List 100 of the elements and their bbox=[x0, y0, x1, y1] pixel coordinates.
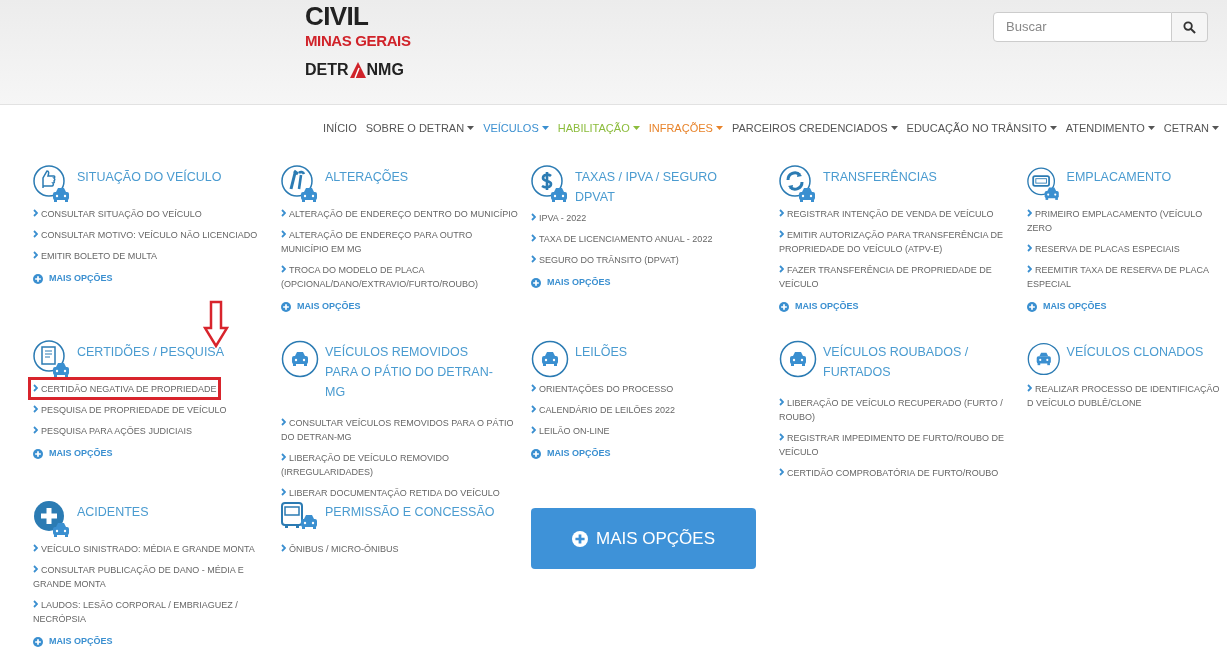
link[interactable]: ÔNIBUS / MICRO-ÔNIBUS bbox=[281, 542, 521, 556]
chevron-icon bbox=[281, 418, 286, 426]
link[interactable]: EMITIR BOLETO DE MULTA bbox=[33, 249, 271, 263]
chevron-icon bbox=[531, 405, 536, 413]
plus-circle-icon bbox=[531, 277, 541, 288]
chevron-icon bbox=[779, 398, 784, 406]
link[interactable]: LIBERAÇÃO DE VEÍCULO RECUPERADO (FURTO / ROUBO) bbox=[779, 396, 1017, 424]
car-icon bbox=[281, 340, 319, 378]
document-car-icon bbox=[33, 340, 71, 378]
link[interactable]: CALENDÁRIO DE LEILÕES 2022 bbox=[531, 403, 769, 417]
more-options-button[interactable]: MAIS OPÇÕES bbox=[531, 508, 756, 569]
chevron-icon bbox=[531, 213, 536, 221]
chevron-icon bbox=[531, 426, 536, 434]
link[interactable]: SEGURO DO TRÂNSITO (DPVAT) bbox=[531, 253, 769, 267]
chevron-icon bbox=[779, 230, 784, 238]
link[interactable]: LEILÃO ON-LINE bbox=[531, 424, 769, 438]
nav-link[interactable]: PARCEIROS CREDENCIADOS bbox=[731, 119, 898, 137]
link[interactable]: CONSULTAR MOTIVO: VEÍCULO NÃO LICENCIADO bbox=[33, 228, 271, 242]
nav-link[interactable]: CETRAN bbox=[1163, 119, 1219, 137]
logo-text: CIVIL bbox=[305, 2, 370, 30]
plus-circle-icon bbox=[1027, 301, 1037, 312]
chevron-icon bbox=[779, 209, 784, 217]
link[interactable]: FAZER TRANSFERÊNCIA DE PROPRIEDADE DE VEÍCULO bbox=[779, 263, 1017, 291]
nav-link[interactable]: VEÍCULOS bbox=[483, 119, 549, 137]
more-options-link[interactable]: MAIS OPÇÕES bbox=[531, 447, 769, 461]
more-options-link[interactable]: MAIS OPÇÕES bbox=[33, 272, 271, 286]
nav-link[interactable]: EDUCAÇÃO NO TRÂNSITO bbox=[906, 119, 1057, 137]
logo-subtitle: MINAS GERAIS bbox=[305, 32, 411, 50]
more-options-link[interactable]: MAIS OPÇÕES bbox=[531, 276, 769, 290]
link[interactable]: IPVA - 2022 bbox=[531, 211, 769, 225]
chevron-icon bbox=[1027, 265, 1032, 273]
link[interactable]: TROCA DO MODELO DE PLACA (OPCIONAL/DANO/EXTRAVIO/FURTO/ROUBO) bbox=[281, 263, 521, 291]
more-options-link[interactable]: MAIS OPÇÕES bbox=[1027, 300, 1221, 314]
link[interactable]: LIBERAÇÃO DE VEÍCULO REMOVIDO (IRREGULARIDADES) bbox=[281, 451, 521, 479]
more-options-link[interactable]: MAIS OPÇÕES bbox=[33, 635, 271, 649]
search-button[interactable] bbox=[1172, 12, 1208, 42]
search-icon bbox=[1183, 20, 1196, 34]
chevron-icon bbox=[1027, 209, 1032, 217]
chevron-icon bbox=[33, 230, 38, 238]
link[interactable]: REEMITIR TAXA DE RESERVA DE PLACA ESPECIAL bbox=[1027, 263, 1221, 291]
link[interactable]: PESQUISA PARA AÇÕES JUDICIAIS bbox=[33, 424, 271, 438]
link[interactable]: CONSULTAR SITUAÇÃO DO VEÍCULO bbox=[33, 207, 271, 221]
link[interactable]: ALTERAÇÃO DE ENDEREÇO PARA OUTRO MUNICÍPIO EM MG bbox=[281, 228, 521, 256]
chevron-icon bbox=[531, 255, 536, 263]
bus-and-car-icon bbox=[281, 500, 319, 532]
chevron-icon bbox=[281, 265, 286, 273]
chevron-icon bbox=[33, 426, 38, 434]
nav-link[interactable]: INÍCIO bbox=[323, 119, 357, 137]
chevron-icon bbox=[531, 384, 536, 392]
search-field[interactable]: Buscar bbox=[993, 12, 1172, 42]
chevron-icon bbox=[281, 544, 286, 552]
plate-car-icon bbox=[1027, 165, 1061, 203]
link[interactable]: EMITIR AUTORIZAÇÃO PARA TRANSFERÊNCIA DE PROPRIEDADE DO VEÍCULO (ATPV-E) bbox=[779, 228, 1017, 256]
link[interactable]: LIBERAR DOCUMENTAÇÃO RETIDA DO VEÍCULO bbox=[281, 486, 521, 500]
chevron-icon bbox=[281, 209, 286, 217]
link[interactable]: CONSULTAR VEÍCULOS REMOVIDOS PARA O PÁTIO DO DETRAN-MG bbox=[281, 416, 521, 444]
link[interactable]: ORIENTAÇÕES DO PROCESSO bbox=[531, 382, 769, 396]
link[interactable]: REGISTRAR INTENÇÃO DE VENDA DE VEÍCULO bbox=[779, 207, 1017, 221]
plus-car-icon bbox=[33, 500, 71, 538]
plus-circle-icon bbox=[531, 448, 541, 459]
link[interactable]: RESERVA DE PLACAS ESPECIAIS bbox=[1027, 242, 1221, 256]
plus-circle-icon bbox=[779, 301, 789, 312]
more-options-link[interactable]: MAIS OPÇÕES bbox=[281, 300, 521, 314]
link[interactable]: REGISTRAR IMPEDIMENTO DE FURTO/ROUBO DE VEÍCULO bbox=[779, 431, 1017, 459]
chevron-icon bbox=[531, 234, 536, 242]
chevron-icon bbox=[33, 384, 38, 392]
chevron-icon bbox=[33, 209, 38, 217]
link[interactable]: CONSULTAR PUBLICAÇÃO DE DANO - MÉDIA E GRANDE MONTA bbox=[33, 563, 271, 591]
chevron-icon bbox=[779, 265, 784, 273]
logo-triangle-icon bbox=[348, 60, 367, 79]
chevron-icon bbox=[1027, 244, 1032, 252]
link[interactable]: ALTERAÇÃO DE ENDEREÇO DENTRO DO MUNICÍPIO bbox=[281, 207, 521, 221]
chevron-icon bbox=[1027, 384, 1032, 392]
chevron-icon bbox=[779, 433, 784, 441]
link[interactable]: PRIMEIRO EMPLACAMENTO (VEÍCULO ZERO bbox=[1027, 207, 1221, 235]
logo-text: DETR bbox=[305, 61, 349, 79]
link[interactable]: REALIZAR PROCESSO DE IDENTIFICAÇÃO D VEÍCULO DUBLÊ/CLONE bbox=[1027, 382, 1221, 410]
more-options-link[interactable]: MAIS OPÇÕES bbox=[779, 300, 1017, 314]
chevron-icon bbox=[281, 488, 286, 496]
car-icon bbox=[1027, 340, 1061, 378]
nav-link[interactable]: ATENDIMENTO bbox=[1065, 119, 1155, 137]
link[interactable]: TAXA DE LICENCIAMENTO ANUAL - 2022 bbox=[531, 232, 769, 246]
nav-link[interactable]: SOBRE O DETRAN bbox=[365, 119, 475, 137]
chevron-icon bbox=[779, 468, 784, 476]
down-arrow-icon bbox=[203, 300, 229, 348]
chevron-icon bbox=[33, 565, 38, 573]
link[interactable]: CERTIDÃO NEGATIVA DE PROPRIEDADE bbox=[33, 382, 271, 396]
more-options-link[interactable]: MAIS OPÇÕES bbox=[33, 447, 271, 461]
link[interactable]: PESQUISA DE PROPRIEDADE DE VEÍCULO bbox=[33, 403, 271, 417]
link[interactable]: VEÍCULO SINISTRADO: MÉDIA E GRANDE MONTA bbox=[33, 542, 271, 556]
car-icon bbox=[531, 340, 569, 378]
link[interactable]: LAUDOS: LESÃO CORPORAL / EMBRIAGUEZ / NECRÓPSIA bbox=[33, 598, 271, 626]
car-icon bbox=[779, 340, 817, 378]
link[interactable]: CERTIDÃO COMPROBATÓRIA DE FURTO/ROUBO bbox=[779, 466, 1017, 480]
dollar-car-icon bbox=[531, 165, 569, 203]
plus-circle-icon bbox=[33, 448, 43, 459]
chevron-icon bbox=[281, 230, 286, 238]
chevron-icon bbox=[33, 251, 38, 259]
chevron-icon bbox=[281, 453, 286, 461]
arrows-car-icon bbox=[779, 165, 817, 203]
